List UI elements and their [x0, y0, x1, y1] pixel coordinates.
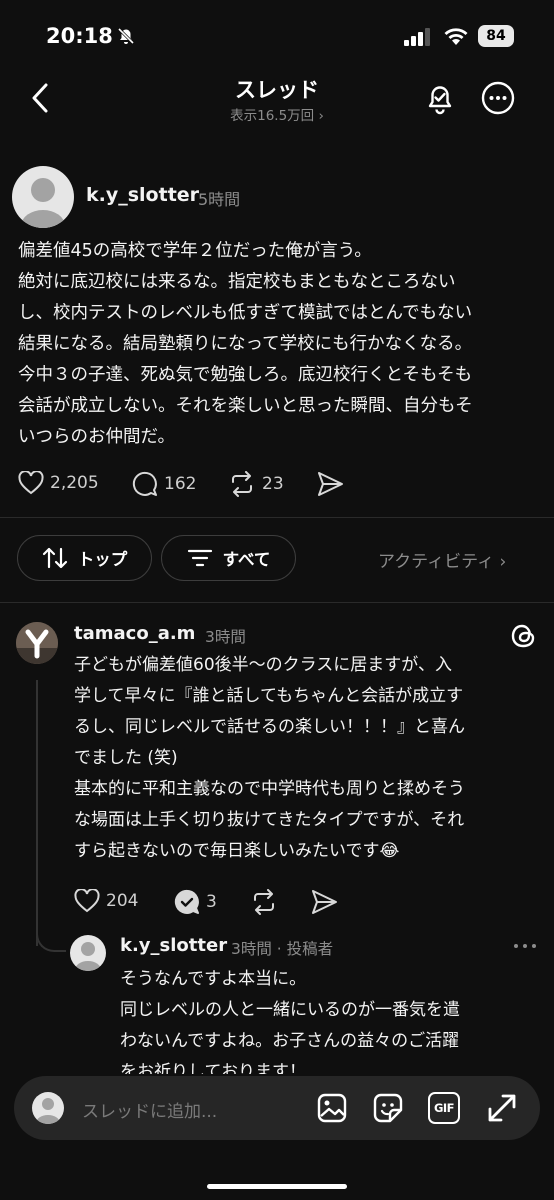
view-count[interactable]: 表示16.5万回 › — [0, 104, 554, 124]
filter-icon — [187, 549, 212, 567]
post-text: 偏差値45の高校で学年２位だった俺が言う。 絶対に底辺校には来るな。指定校もまと… — [18, 236, 536, 453]
composer-input[interactable]: スレッドに追加... — [82, 1097, 217, 1122]
comment-line: るし、同じレベルで話せるの楽しい！！！』と喜ん — [74, 717, 465, 737]
share-icon[interactable] — [310, 889, 338, 915]
avatar-placeholder-icon — [75, 942, 101, 971]
more-icon[interactable] — [480, 80, 516, 116]
avatar-placeholder-icon — [36, 1098, 60, 1124]
sort-icon — [42, 547, 67, 569]
signal-icon — [404, 28, 430, 46]
divider — [0, 602, 554, 603]
commenter-avatar[interactable] — [16, 622, 58, 664]
avatar-photo — [16, 622, 58, 664]
thread-line — [36, 680, 38, 946]
repost-icon[interactable] — [250, 889, 278, 915]
comment-line: 子どもが偏差値60後半〜のクラスに居ますが、入 — [74, 655, 452, 675]
heart-icon — [74, 889, 100, 913]
post-line: 会話が成立しない。それを楽しいと思った瞬間、自分もそ — [18, 396, 473, 416]
home-indicator — [207, 1184, 347, 1189]
comment-line: 学して早々に『誰と話してもちゃんと会話が成立す — [74, 686, 464, 706]
comment-like-count: 204 — [106, 891, 139, 911]
reply-line: そうなんですよ本当に。 — [120, 969, 307, 989]
image-icon[interactable] — [316, 1092, 348, 1124]
like-button[interactable]: 2,205 — [18, 471, 99, 495]
post-line: 偏差値45の高校で学年２位だった俺が言う。 — [18, 241, 372, 261]
comment-line: な場面は上手く切り抜けてきたタイプですが、それ — [74, 810, 465, 830]
repost-button[interactable]: 23 — [228, 471, 284, 497]
comment-line: 基本的に平和主義なので中学時代も周りと揉めそう — [74, 779, 465, 799]
repost-count: 23 — [262, 474, 284, 494]
like-count: 2,205 — [50, 473, 99, 493]
comment-icon — [132, 471, 157, 496]
wifi-icon — [444, 28, 468, 45]
page-title: スレッド — [235, 78, 319, 102]
sticker-icon[interactable] — [372, 1092, 404, 1124]
bell-off-icon — [117, 27, 135, 45]
reply-button[interactable]: 162 — [132, 471, 196, 497]
comment-like-button[interactable]: 204 — [74, 889, 138, 913]
comment-reply-count: 3 — [206, 892, 217, 912]
post-username[interactable]: k.y_slotter — [86, 184, 199, 206]
post-line: 絶対に底辺校には来るな。指定校もまともなところない — [18, 272, 456, 292]
reply-line: をお祈りしております！ — [120, 1062, 306, 1074]
heart-icon — [18, 471, 44, 495]
share-icon[interactable] — [316, 471, 344, 497]
comment-checked-icon — [174, 889, 199, 914]
reply-line: 同じレベルの人と一緒にいるのが一番気を遣 — [120, 1000, 460, 1020]
filter-label: すべて — [222, 550, 271, 569]
expand-icon[interactable] — [484, 1090, 520, 1126]
filter-button[interactable]: すべて — [161, 535, 296, 581]
divider — [0, 517, 554, 518]
status-time: 20:18 — [46, 24, 113, 48]
reply-text: そうなんですよ本当に。 同じレベルの人と一緒にいるのが一番気を遣 わないんですよ… — [120, 964, 540, 1074]
reply-avatar[interactable] — [70, 935, 106, 971]
post-line: 結果になる。結局塾頼りになって学校にも行かなくなる。 — [18, 334, 473, 354]
sort-label: トップ — [77, 550, 128, 569]
reply-line: わないんですよね。お子さんの益々のご活躍 — [120, 1031, 460, 1051]
comment-username[interactable]: tamaco_a.m — [74, 623, 195, 644]
comment-line: でました (笑) — [74, 748, 178, 768]
bell-icon[interactable] — [422, 80, 458, 116]
reply-text-clip: そうなんですよ本当に。 同じレベルの人と一緒にいるのが一番気を遣 わないんですよ… — [120, 964, 540, 1074]
avatar[interactable] — [12, 166, 74, 228]
reply-count: 162 — [164, 474, 197, 494]
reply-meta: 3時間 · 投稿者 — [231, 940, 334, 958]
comment-text: 子どもが偏差値60後半〜のクラスに居ますが、入 学して早々に『誰と話してもちゃん… — [74, 650, 536, 867]
comment-line: すら起きないので毎日楽しいみたいです😂 — [74, 841, 400, 861]
comment-time: 3時間 — [205, 628, 246, 646]
post-line: 今中３の子達、死ぬ気で勉強しろ。底辺校行くとそもそも — [18, 365, 473, 385]
threads-logo-icon — [511, 624, 535, 648]
thread-connector — [36, 926, 66, 952]
post-line: いつらのお仲間だ。 — [18, 427, 175, 447]
gif-icon[interactable]: GIF — [428, 1092, 460, 1124]
post-line: し、校内テストのレベルも低すぎて模試ではとんでもない — [18, 303, 473, 323]
post-time: 5時間 — [198, 190, 241, 209]
more-icon[interactable] — [512, 936, 538, 956]
repost-icon — [232, 471, 252, 497]
avatar-placeholder-icon — [21, 178, 65, 228]
activity-link[interactable]: アクティビティ › — [378, 547, 506, 572]
battery-indicator: 84 — [478, 25, 514, 47]
composer-avatar — [32, 1092, 64, 1124]
gif-label: GIF — [433, 1101, 455, 1115]
comment-reply-button[interactable]: 3 — [174, 889, 217, 915]
sort-button[interactable]: トップ — [17, 535, 152, 581]
reply-username[interactable]: k.y_slotter — [120, 935, 227, 956]
